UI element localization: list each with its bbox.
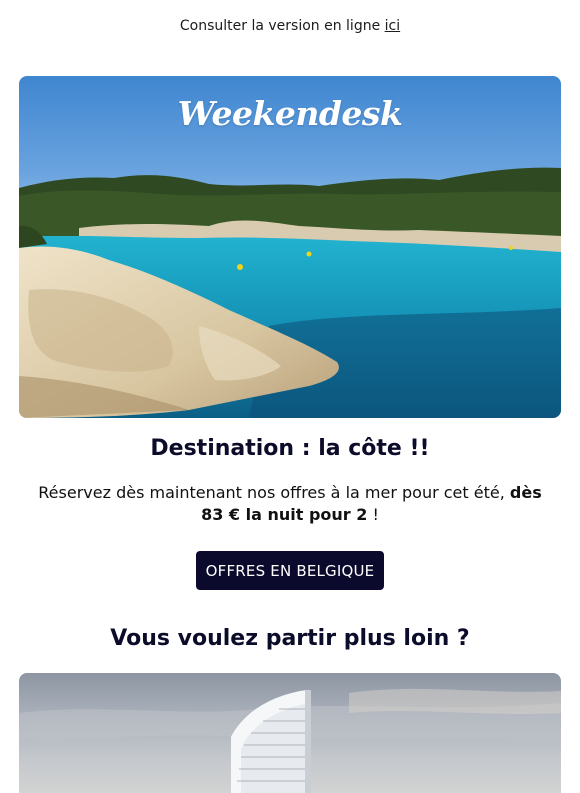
second-hero-image[interactable] <box>19 673 561 793</box>
hero-image[interactable]: Weekendesk <box>19 76 561 418</box>
weekendesk-logo: Weekendesk <box>177 94 403 133</box>
section-title-further: Vous voulez partir plus loin ? <box>110 626 470 651</box>
offers-belgium-button[interactable]: OFFRES EN BELGIQUE <box>196 551 384 590</box>
sail-hotel-illustration <box>19 688 561 793</box>
view-online-text: Consulter la version en ligne <box>179 18 385 34</box>
offer-text-start: Réservez dès maintenant nos offres à la … <box>38 483 510 502</box>
offer-description: Réservez dès maintenant nos offres à la … <box>28 482 552 526</box>
offer-text-end: ! <box>367 505 379 524</box>
view-online-line: Consulter la version en ligne ici <box>0 18 580 34</box>
view-online-link[interactable]: ici <box>385 18 400 34</box>
section-title-coast: Destination : la côte !! <box>150 436 430 461</box>
